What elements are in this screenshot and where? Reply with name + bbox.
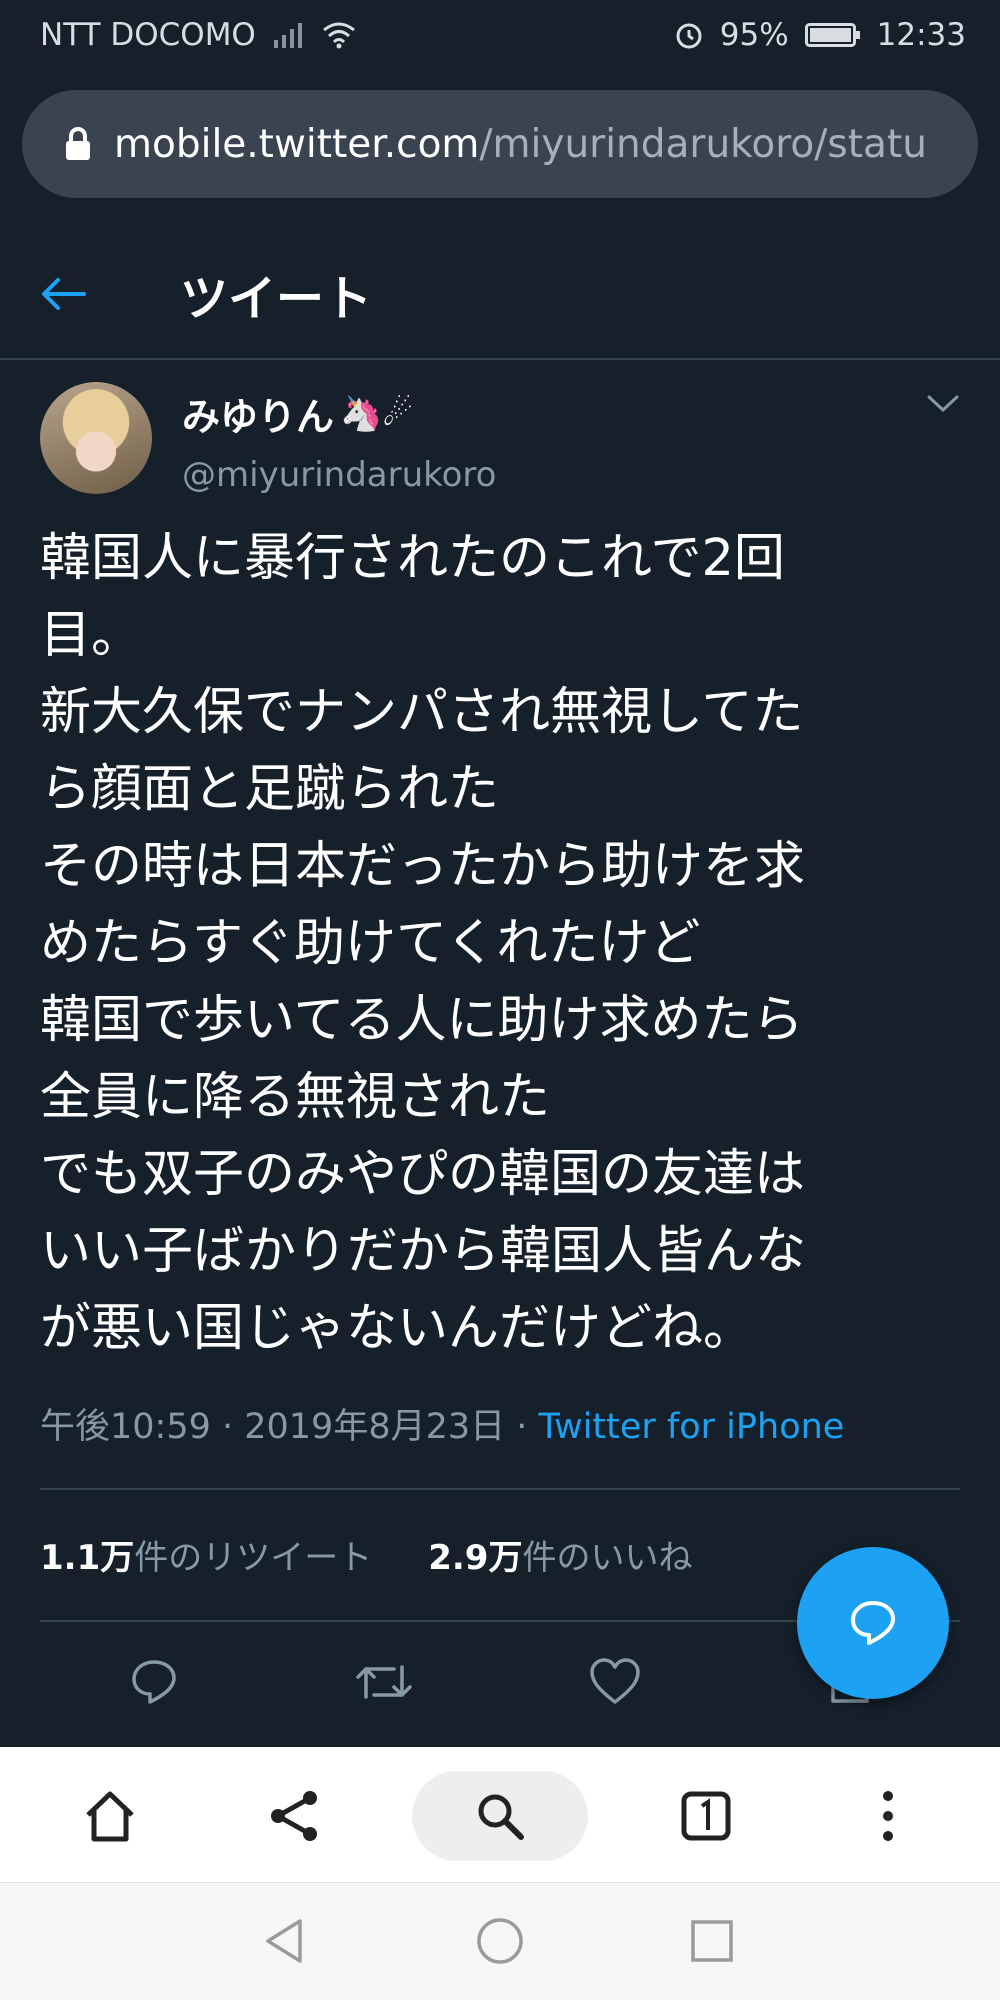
- browser-toolbar: [0, 1747, 1000, 1883]
- carrier-name: NTT DOCOMO: [40, 17, 256, 53]
- address-bar[interactable]: mobile.twitter.com/miyurindarukoro/statu: [22, 90, 978, 198]
- retweet-stat[interactable]: 1.1万件のリツイート: [40, 1530, 372, 1579]
- name-emojis: 🦄☄: [340, 393, 413, 434]
- nav-home-button[interactable]: [470, 1911, 530, 1971]
- tabs-icon: [681, 1791, 731, 1841]
- tabs-button[interactable]: [666, 1771, 746, 1861]
- lock-icon: [66, 127, 90, 160]
- page-header: ツイート: [0, 230, 1000, 360]
- retweet-icon: [356, 1665, 412, 1699]
- share-icon: [271, 1791, 317, 1841]
- tweet-author: みゆりん 🦄☄ @miyurindarukoro: [40, 382, 960, 497]
- tweet-text-line: 韓国人に暴行されたのこれで2回: [40, 529, 785, 588]
- search-icon: [478, 1794, 524, 1840]
- signal-icon: [273, 23, 302, 48]
- heart-icon: [590, 1658, 640, 1704]
- retweet-count: 1.1万: [40, 1538, 135, 1578]
- tweet-menu-button[interactable]: [926, 394, 960, 418]
- tweet-text-line: めたらすぐ助けてくれたけど: [40, 914, 701, 973]
- display-name-row[interactable]: みゆりん 🦄☄: [182, 386, 496, 441]
- like-count: 2.9万: [428, 1538, 523, 1578]
- home-icon: [86, 1791, 134, 1842]
- tweet-source[interactable]: Twitter for iPhone: [539, 1407, 845, 1447]
- page-title: ツイート: [180, 271, 373, 327]
- tweet-meta: 午後10:59 · 2019年8月23日 · Twitter for iPhon…: [40, 1398, 844, 1449]
- tweet-timestamp[interactable]: 午後10:59 · 2019年8月23日 ·: [40, 1407, 539, 1447]
- search-button[interactable]: [412, 1771, 588, 1861]
- wifi-icon: [322, 22, 355, 49]
- circle-home-icon: [477, 1918, 523, 1964]
- retweet-label: 件のリツイート: [134, 1538, 373, 1578]
- retweet-button[interactable]: [352, 1650, 416, 1714]
- tweet-text-line: ら顔面と足蹴られた: [40, 760, 500, 819]
- home-button[interactable]: [70, 1771, 150, 1861]
- more-menu-button[interactable]: [848, 1771, 928, 1861]
- back-arrow-icon: [42, 278, 86, 310]
- compose-reply-icon: [851, 1601, 895, 1645]
- tweet-text-line: 目。: [40, 606, 143, 665]
- clock: 12:33: [876, 17, 966, 53]
- nav-back-button[interactable]: [254, 1911, 314, 1971]
- tweet-text: 韓国人に暴行されたのこれで2回 目。 新大久保でナンパされ無視してた ら顔面と足…: [40, 520, 970, 1367]
- tweet-text-line: 全員に降る無視された: [40, 1068, 551, 1127]
- reply-icon: [132, 1660, 176, 1704]
- tweet-text-line: でも双子のみやぴの韓国の友達は: [40, 1145, 806, 1204]
- tweet-text-line: が悪い国じゃないんだけどね。: [40, 1299, 755, 1358]
- reply-button[interactable]: [122, 1650, 186, 1714]
- tweet-stats: 1.1万件のリツイート 2.9万件のいいね: [40, 1530, 692, 1579]
- user-handle[interactable]: @miyurindarukoro: [182, 455, 496, 495]
- avatar[interactable]: [40, 382, 152, 494]
- like-label: 件のいいね: [522, 1538, 693, 1578]
- tweet-text-line: その時は日本だったから助けを求: [40, 837, 806, 896]
- system-nav-bar: [0, 1883, 1000, 2000]
- url-host: mobile.twitter.com: [114, 121, 480, 167]
- url-text: mobile.twitter.com/miyurindarukoro/statu: [114, 122, 927, 167]
- divider: [40, 1488, 960, 1490]
- display-name: みゆりん: [182, 395, 335, 439]
- battery-percent: 95%: [719, 17, 789, 53]
- chevron-down-icon: [927, 395, 959, 413]
- tweet-text-line: 韓国で歩いてる人に助け求めたら: [40, 991, 804, 1050]
- tweet-text-line: 新大久保でナンパされ無視してた: [40, 683, 804, 742]
- tweet-text-line: いい子ばかりだから韓国人皆んな: [40, 1222, 807, 1281]
- like-stat[interactable]: 2.9万件のいいね: [428, 1530, 692, 1579]
- square-recents-icon: [691, 1920, 733, 1962]
- url-path: /miyurindarukoro/statu: [479, 121, 927, 167]
- alarm-icon: [676, 23, 702, 49]
- nav-recents-button[interactable]: [682, 1911, 742, 1971]
- battery-icon: [804, 23, 860, 47]
- back-button[interactable]: [40, 277, 140, 311]
- like-button[interactable]: [583, 1650, 647, 1714]
- status-bar: NTT DOCOMO 95% 12:33: [0, 0, 1000, 70]
- triangle-back-icon: [266, 1919, 302, 1963]
- compose-fab[interactable]: [797, 1547, 949, 1699]
- more-vertical-icon: [883, 1791, 893, 1841]
- share-page-button[interactable]: [254, 1771, 334, 1861]
